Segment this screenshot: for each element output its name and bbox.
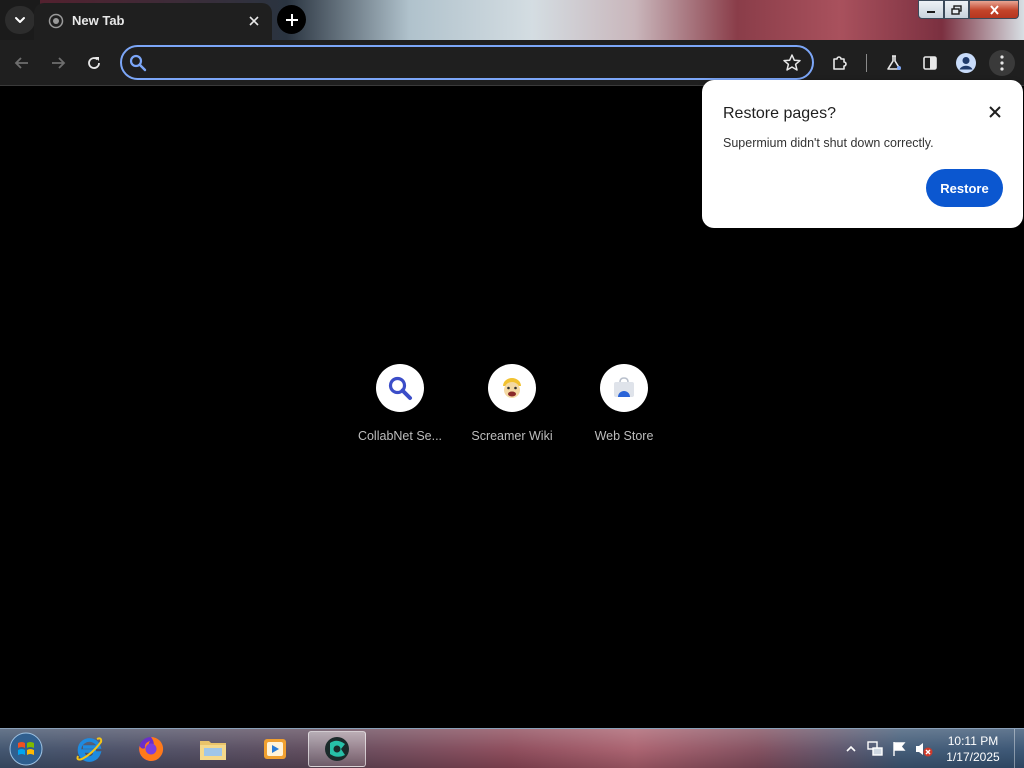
- dialog-close-button[interactable]: [986, 103, 1004, 121]
- restore-pages-dialog: Restore pages? Supermium didn't shut dow…: [702, 80, 1023, 228]
- tab-title: New Tab: [72, 13, 125, 28]
- side-panel-icon: [923, 56, 937, 70]
- magnifier-icon: [388, 376, 412, 400]
- extensions-button[interactable]: [828, 51, 852, 75]
- restore-button[interactable]: Restore: [926, 169, 1003, 207]
- clock-time: 10:11 PM: [947, 734, 999, 748]
- avatar-icon: [956, 53, 976, 73]
- labs-button[interactable]: [882, 51, 906, 75]
- chevron-down-icon: [15, 17, 25, 23]
- new-tab-button[interactable]: [277, 5, 306, 34]
- windows-orb-icon: [9, 732, 43, 766]
- bookmark-star-icon[interactable]: [782, 53, 802, 73]
- menu-button[interactable]: [989, 50, 1015, 76]
- taskbar: 10:11 PM 1/17/2025: [0, 728, 1024, 768]
- media-player-icon: [264, 739, 286, 759]
- shortcut-label: CollabNet Se...: [357, 429, 443, 443]
- address-bar[interactable]: [120, 45, 814, 80]
- shortcut-label: Screamer Wiki: [471, 429, 553, 443]
- network-icon[interactable]: [866, 740, 884, 758]
- close-icon: [249, 16, 259, 26]
- plus-icon: [285, 13, 298, 26]
- internet-explorer-taskbar-button[interactable]: [60, 731, 118, 767]
- tab-new-tab[interactable]: New Tab: [34, 3, 272, 41]
- system-clock[interactable]: 10:11 PM 1/17/2025: [936, 733, 1010, 765]
- restore-window-icon: [951, 4, 962, 15]
- close-icon: [989, 4, 999, 15]
- dialog-message: Supermium didn't shut down correctly.: [723, 136, 934, 150]
- dialog-title: Restore pages?: [723, 105, 836, 122]
- action-center-flag-icon[interactable]: [890, 740, 908, 758]
- show-desktop-button[interactable]: [1014, 729, 1024, 768]
- firefox-icon: [139, 736, 164, 761]
- web-store-icon: [614, 377, 634, 397]
- shortcut-tile[interactable]: CollabNet Se...: [352, 364, 448, 454]
- search-icon: [129, 54, 147, 72]
- reload-button[interactable]: [82, 51, 106, 75]
- shortcut-icon-wrap: [488, 364, 536, 412]
- close-window-button[interactable]: [969, 0, 1019, 19]
- minimize-button[interactable]: [918, 0, 944, 19]
- supermium-taskbar-button[interactable]: [308, 731, 366, 767]
- reload-icon: [88, 57, 100, 69]
- back-button[interactable]: [10, 51, 34, 75]
- shortcut-tile[interactable]: Screamer Wiki: [464, 364, 560, 454]
- tab-search-button[interactable]: [5, 6, 35, 34]
- internet-explorer-icon: [76, 737, 103, 762]
- arrow-left-icon: [14, 57, 28, 69]
- restore-window-button[interactable]: [944, 0, 969, 19]
- shortcut-label: Web Store: [594, 429, 654, 443]
- clock-date: 1/17/2025: [946, 750, 1000, 764]
- flask-icon: [887, 55, 901, 70]
- globe-icon: [48, 13, 64, 29]
- shortcut-tile[interactable]: Web Store: [576, 364, 672, 454]
- forward-button[interactable]: [46, 51, 70, 75]
- media-player-taskbar-button[interactable]: [246, 731, 304, 767]
- minimize-icon: [927, 10, 935, 13]
- show-hidden-icons-arrow-icon[interactable]: [845, 743, 857, 755]
- shortcut-icon-wrap: [600, 364, 648, 412]
- close-icon: [989, 106, 1001, 118]
- window-controls: [918, 0, 1019, 19]
- supermium-icon: [325, 737, 349, 761]
- tab-close-button[interactable]: [244, 11, 264, 31]
- screamer-face-icon: [503, 378, 521, 398]
- toolbar-separator: [866, 54, 867, 72]
- arrow-right-icon: [52, 57, 66, 69]
- firefox-taskbar-button[interactable]: [122, 731, 180, 767]
- file-explorer-taskbar-button[interactable]: [184, 731, 242, 767]
- puzzle-piece-icon: [833, 56, 847, 70]
- shortcut-icon-wrap: [376, 364, 424, 412]
- address-input[interactable]: [156, 52, 776, 74]
- start-button[interactable]: [6, 731, 46, 767]
- file-explorer-icon: [200, 741, 226, 760]
- side-panel-button[interactable]: [918, 51, 942, 75]
- profile-button[interactable]: [954, 51, 978, 75]
- more-vertical-icon: [1000, 55, 1004, 71]
- volume-muted-icon[interactable]: [914, 740, 934, 758]
